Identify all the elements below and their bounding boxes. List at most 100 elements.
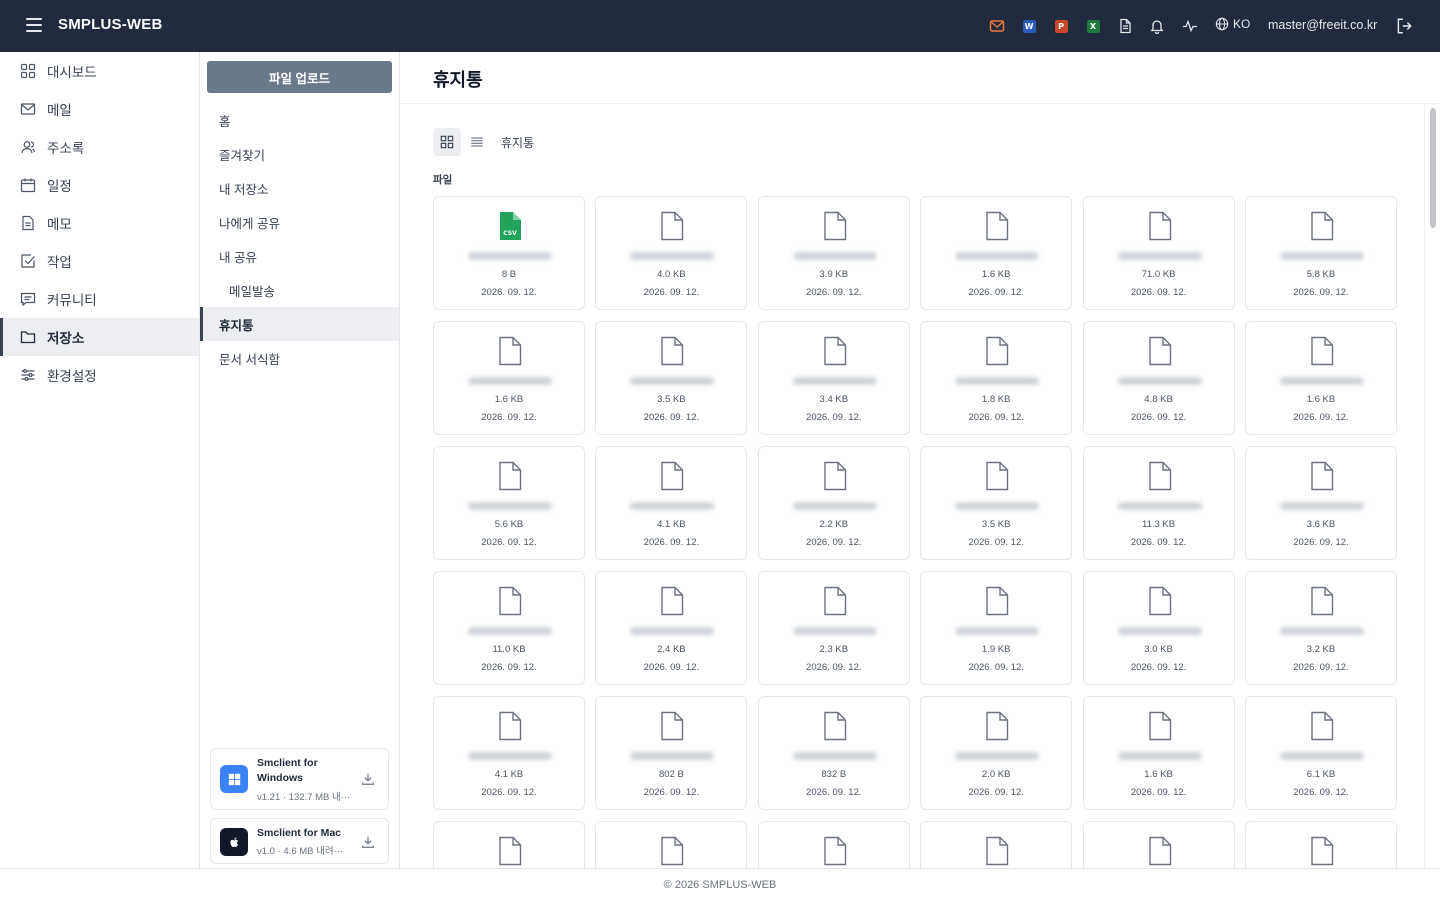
file-card[interactable]: 4.1 KB 2026. 09. 12. <box>595 446 748 560</box>
grid-icon <box>440 135 454 149</box>
nav-item-community[interactable]: 커뮤니티 <box>0 280 199 318</box>
file-icon <box>984 336 1010 366</box>
file-card[interactable]: 1.6 KB 2026. 09. 12. <box>1244 321 1397 435</box>
subnav-item-mail-send[interactable]: 메일발송 <box>200 273 399 307</box>
file-card[interactable]: 11.3 KB 2026. 09. 12. <box>1082 446 1235 560</box>
file-card[interactable]: 71.0 KB 2026. 09. 12. <box>1082 196 1235 310</box>
nav-item-dashboard[interactable]: 대시보드 <box>0 52 199 90</box>
nav-item-storage[interactable]: 저장소 <box>0 318 199 356</box>
file-icon <box>659 211 685 241</box>
download-icon[interactable] <box>361 835 375 849</box>
file-card[interactable]: 3.0 KB 2026. 09. 12. <box>1082 571 1235 685</box>
file-name-redacted <box>1279 252 1364 260</box>
download-icon[interactable] <box>361 772 375 786</box>
nav-item-contacts[interactable]: 주소록 <box>0 128 199 166</box>
file-name-redacted <box>1117 502 1202 510</box>
scrollbar-thumb[interactable] <box>1430 108 1436 228</box>
excel-icon[interactable]: X <box>1084 17 1102 35</box>
file-name-redacted <box>1279 377 1364 385</box>
list-view-button[interactable] <box>467 128 487 156</box>
file-card[interactable]: 5.8 KB 2026. 09. 12. <box>1244 196 1397 310</box>
nav-item-memo[interactable]: 메모 <box>0 204 199 242</box>
menu-icon[interactable] <box>26 18 42 32</box>
file-card[interactable]: 2.3 KB 2026. 09. 12. <box>757 571 910 685</box>
file-icon <box>1309 836 1335 866</box>
file-name-redacted <box>630 377 715 385</box>
document-icon[interactable] <box>1116 17 1134 35</box>
file-card[interactable]: 6.1 KB 2026. 09. 12. <box>1244 696 1397 810</box>
file-card[interactable]: 5.6 KB 2026. 09. 12. <box>433 446 585 560</box>
app-meta: v1.0 · 4.6 MB 내려··· <box>257 846 344 857</box>
app-title[interactable]: SMPLUS-WEB <box>58 16 163 33</box>
file-size: 8 B <box>501 269 517 280</box>
user-email[interactable]: master@freeit.co.kr <box>1268 18 1377 32</box>
subnav-item-trash[interactable]: 휴지통 <box>200 307 399 341</box>
file-icon <box>984 836 1010 866</box>
file-card[interactable]: 802 B 2026. 09. 12. <box>595 696 748 810</box>
file-size: 5.6 KB <box>494 519 524 530</box>
file-icon <box>659 461 685 491</box>
activity-icon[interactable] <box>1181 17 1199 35</box>
file-card[interactable]: 1.6 KB 2026. 09. 12. <box>1082 696 1235 810</box>
file-card[interactable]: 2.0 KB 2026. 09. 12. <box>920 696 1073 810</box>
file-size: 4.1 KB <box>657 519 686 530</box>
file-card[interactable]: 3.6 KB 2026. 09. 12. <box>1244 446 1397 560</box>
file-name-redacted <box>1117 252 1202 260</box>
file-name-redacted <box>468 752 552 760</box>
file-card[interactable]: 11.0 KB 2026. 09. 12. <box>433 571 585 685</box>
nav-item-mail[interactable]: 메일 <box>0 90 199 128</box>
file-icon <box>497 461 523 491</box>
breadcrumb[interactable]: 휴지통 <box>501 134 534 151</box>
svg-text:CSV: CSV <box>503 230 517 237</box>
top-bar: SMPLUS-WEB W P X KO master@freeit.co.kr <box>0 0 1440 52</box>
language-code: KO <box>1233 17 1251 31</box>
file-card[interactable]: 1.6 KB 2026. 09. 12. <box>433 321 585 435</box>
subnav-item-home[interactable]: 홈 <box>200 103 399 137</box>
subnav-item-shared-with-me[interactable]: 나에게 공유 <box>200 205 399 239</box>
subnav-item-templates[interactable]: 문서 서식함 <box>200 341 399 375</box>
file-card[interactable]: CSV 8 B 2026. 09. 12. <box>433 196 585 310</box>
file-card[interactable]: 3.9 KB 2026. 09. 12. <box>757 196 910 310</box>
file-card[interactable]: 1.6 KB 2026. 09. 12. <box>920 196 1073 310</box>
file-card[interactable]: 2.2 KB 2026. 09. 12. <box>757 446 910 560</box>
file-size: 4.0 KB <box>657 269 686 280</box>
file-name-redacted <box>792 377 877 385</box>
windows-client-card[interactable]: Smclient for Windows v1.21 · 132.7 MB 내·… <box>210 748 389 810</box>
scrollbar[interactable] <box>1424 104 1440 868</box>
file-icon <box>822 336 848 366</box>
file-card[interactable]: 3.2 KB 2026. 09. 12. <box>1244 571 1397 685</box>
bell-icon[interactable] <box>1148 17 1166 35</box>
file-card[interactable]: 1.9 KB 2026. 09. 12. <box>920 571 1073 685</box>
file-card[interactable]: 3.4 KB 2026. 09. 12. <box>757 321 910 435</box>
file-icon <box>984 711 1010 741</box>
file-date: 2026. 09. 12. <box>1130 412 1187 423</box>
file-card[interactable]: 832 B 2026. 09. 12. <box>757 696 910 810</box>
logout-icon[interactable] <box>1395 17 1413 35</box>
file-card[interactable]: 1.8 KB 2026. 09. 12. <box>920 321 1073 435</box>
contacts-icon <box>21 141 35 154</box>
file-name-redacted <box>792 752 877 760</box>
grid-view-button[interactable] <box>433 128 461 156</box>
file-card[interactable]: 4.8 KB 2026. 09. 12. <box>1082 321 1235 435</box>
subnav-item-my-shares[interactable]: 내 공유 <box>200 239 399 273</box>
nav-item-tasks[interactable]: 작업 <box>0 242 199 280</box>
upload-file-button[interactable]: 파일 업로드 <box>207 61 392 93</box>
subnav-item-favorites[interactable]: 즐겨찾기 <box>200 137 399 171</box>
mac-client-card[interactable]: Smclient for Mac v1.0 · 4.6 MB 내려··· <box>210 818 389 864</box>
subnav-item-my-storage[interactable]: 내 저장소 <box>200 171 399 205</box>
file-name-redacted <box>468 627 552 635</box>
file-card[interactable]: 3.5 KB 2026. 09. 12. <box>920 446 1073 560</box>
mail-icon[interactable] <box>988 17 1006 35</box>
file-card[interactable]: 4.1 KB 2026. 09. 12. <box>433 696 585 810</box>
file-card[interactable]: 4.0 KB 2026. 09. 12. <box>595 196 748 310</box>
nav-label: 커뮤니티 <box>47 293 97 308</box>
nav-item-settings[interactable]: 환경설정 <box>0 356 199 394</box>
file-card[interactable]: 2.4 KB 2026. 09. 12. <box>595 571 748 685</box>
powerpoint-icon[interactable]: P <box>1052 17 1070 35</box>
nav-label: 주소록 <box>47 141 85 156</box>
nav-label: 대시보드 <box>47 65 97 80</box>
nav-item-calendar[interactable]: 일정 <box>0 166 199 204</box>
language-selector[interactable]: KO <box>1215 17 1250 31</box>
word-icon[interactable]: W <box>1020 17 1038 35</box>
file-card[interactable]: 3.5 KB 2026. 09. 12. <box>595 321 748 435</box>
